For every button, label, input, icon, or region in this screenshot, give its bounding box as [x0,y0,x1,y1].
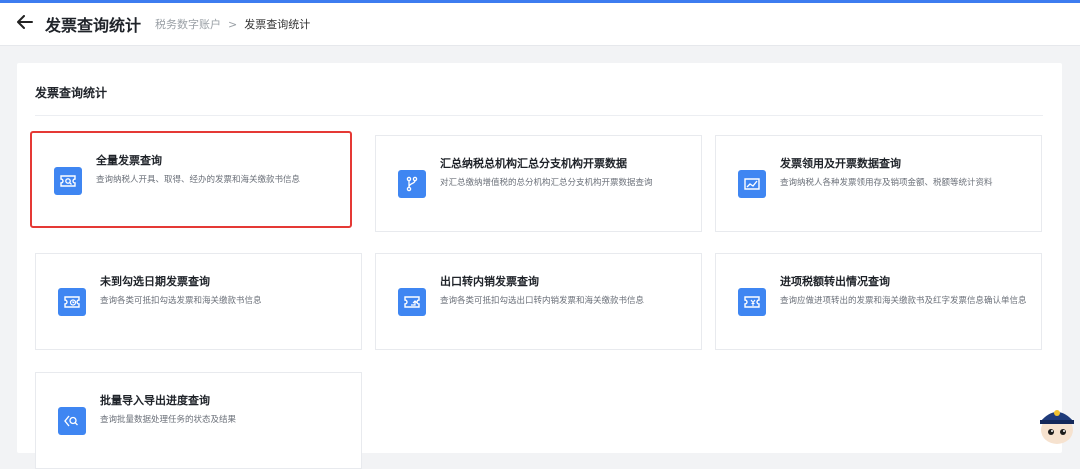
back-button[interactable] [17,15,33,33]
content-panel: 发票查询统计 全量发票查询 查询纳税人开具、取得、经办的发票和海关缴款书信息 汇… [17,63,1062,469]
panel-divider [35,115,1043,116]
branch-icon [398,170,426,198]
breadcrumb-separator: > [228,17,238,31]
breadcrumb-item-current: 发票查询统计 [244,18,311,31]
card-title: 全量发票查询 [96,154,162,167]
card-title: 发票领用及开票数据查询 [780,157,901,170]
trend-chart-icon [738,170,766,198]
breadcrumb-item-account[interactable]: 税务数字账户 [155,16,221,32]
card-title: 汇总纳税总机构汇总分支机构开票数据 [440,157,627,170]
ticket-search-icon [54,167,82,195]
page-title: 发票查询统计 [45,16,142,35]
card-input-tax-transfer[interactable]: 进项税额转出情况查询 查询应做进项转出的发票和海关缴款书及红字发票信息确认单信息 [715,253,1042,350]
card-title: 出口转内销发票查询 [440,275,539,288]
import-search-icon [58,407,86,435]
card-title: 未到勾选日期发票查询 [100,275,210,288]
page-header: 发票查询统计 税务数字账户 > 发票查询统计 [0,3,1080,46]
breadcrumb: 税务数字账户 > 发票查询统计 [155,16,310,32]
ticket-return-icon [398,288,426,316]
card-batch-import-export-progress[interactable]: 批量导入导出进度查询 查询批量数据处理任务的状态及结果 [35,372,362,469]
card-pending-selection-invoices[interactable]: 未到勾选日期发票查询 查询各类可抵扣勾选发票和海关缴款书信息 [35,253,362,350]
card-export-to-domestic-invoices[interactable]: 出口转内销发票查询 查询各类可抵扣勾选出口转内销发票和海关缴款书信息 [375,253,702,350]
panel-title: 发票查询统计 [35,86,108,100]
card-desc: 查询各类可抵扣勾选发票和海关缴款书信息 [100,296,262,306]
card-consolidated-branch-data[interactable]: 汇总纳税总机构汇总分支机构开票数据 对汇总缴纳增值税的总分机构汇总分支机构开票数… [375,135,702,232]
card-title: 进项税额转出情况查询 [780,275,890,288]
card-invoice-issuance-data[interactable]: 发票领用及开票数据查询 查询纳税人各种发票领用存及销项金额、税额等统计资料 [715,135,1042,232]
card-desc: 查询应做进项转出的发票和海关缴款书及红字发票信息确认单信息 [780,296,1027,306]
arrow-left-icon [17,15,33,29]
card-title: 批量导入导出进度查询 [100,394,210,407]
assistant-mascot-icon[interactable] [1030,400,1080,444]
ticket-yen-icon [738,288,766,316]
card-full-invoice-query[interactable]: 全量发票查询 查询纳税人开具、取得、经办的发票和海关缴款书信息 [30,131,352,228]
card-desc: 对汇总缴纳增值税的总分机构汇总分支机构开票数据查询 [440,178,653,188]
card-desc: 查询纳税人开具、取得、经办的发票和海关缴款书信息 [96,175,301,185]
card-desc: 查询批量数据处理任务的状态及结果 [100,415,237,425]
card-desc: 查询各类可抵扣勾选出口转内销发票和海关缴款书信息 [440,296,645,306]
ticket-clock-icon [58,288,86,316]
card-desc: 查询纳税人各种发票领用存及销项金额、税额等统计资料 [780,178,993,188]
